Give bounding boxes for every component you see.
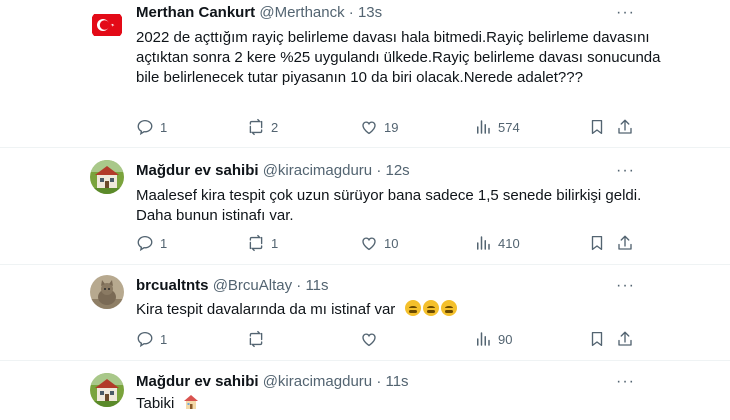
retweet-button[interactable]: 1 xyxy=(247,234,278,252)
user-handle[interactable]: @Merthanck xyxy=(259,4,344,21)
reply-count: 1 xyxy=(160,235,168,251)
reply-count: 1 xyxy=(160,331,168,347)
weary-face-icon xyxy=(441,300,458,316)
tweet-time[interactable]: 12s xyxy=(385,162,409,179)
views-button[interactable]: 574 xyxy=(474,118,520,136)
reply-icon xyxy=(137,235,153,252)
like-button[interactable] xyxy=(360,330,378,348)
user-handle[interactable]: @kiracimagduru xyxy=(263,162,372,179)
weary-face-icon xyxy=(423,300,440,316)
tweet[interactable]: brcualtnts @BrcuAltay · 11s ··· Kira tes… xyxy=(0,265,730,361)
like-button[interactable]: 19 xyxy=(360,118,398,136)
reply-icon xyxy=(137,331,153,348)
bookmark-icon xyxy=(591,331,603,347)
separator-dot: · xyxy=(376,162,382,179)
heart-icon xyxy=(362,121,376,135)
weary-face-icon xyxy=(405,300,422,316)
tweet-text-body: Kira tespit davalarında da mı istinaf va… xyxy=(136,301,396,318)
retweet-button[interactable]: 2 xyxy=(247,118,278,136)
tweet-time[interactable]: 11s xyxy=(385,373,408,390)
retweet-icon xyxy=(249,118,263,136)
like-count: 19 xyxy=(384,119,399,135)
bookmark-button[interactable] xyxy=(588,234,606,252)
display-name[interactable]: Mağdur ev sahibi xyxy=(136,373,259,390)
bookmark-icon xyxy=(591,119,603,135)
tweet-actions: 1 90 xyxy=(136,330,636,350)
tweet-header: Merthan Cankurt @Merthanck · 13s xyxy=(136,4,382,21)
tweet-text: Kira tespit davalarında da mı istinaf va… xyxy=(136,300,666,320)
views-icon xyxy=(477,120,490,134)
avatar[interactable] xyxy=(90,275,124,309)
house-photo-avatar-icon xyxy=(90,373,124,407)
reply-button[interactable]: 1 xyxy=(136,330,167,348)
view-count: 90 xyxy=(498,331,513,347)
tweet-header: brcualtnts @BrcuAltay · 11s xyxy=(136,277,329,294)
retweet-icon xyxy=(249,234,263,252)
house-photo-avatar-icon xyxy=(90,160,124,194)
cat-photo-avatar-icon xyxy=(90,275,124,309)
heart-icon xyxy=(362,333,376,347)
tweet-text-body: Tabiki xyxy=(136,395,175,412)
share-icon xyxy=(618,119,632,134)
tweet-text: 2022 de açttığım rayiç belirleme davası … xyxy=(136,29,661,86)
display-name[interactable]: Merthan Cankurt xyxy=(136,4,255,21)
tweet[interactable]: Mağdur ev sahibi @kiracimagduru · 12s ··… xyxy=(0,148,730,264)
view-count: 574 xyxy=(498,119,520,135)
views-button[interactable]: 90 xyxy=(474,330,512,348)
like-button[interactable]: 10 xyxy=(360,234,398,252)
more-options-icon[interactable]: ··· xyxy=(616,373,635,391)
tweet-text: Maalesef kira tespit çok uzun sürüyor ba… xyxy=(136,187,642,224)
tweet-actions: 1 1 10 410 xyxy=(136,234,636,254)
tweet-actions: 1 2 19 574 xyxy=(136,118,636,138)
share-button[interactable] xyxy=(616,234,634,252)
reply-button[interactable]: 1 xyxy=(136,234,167,252)
views-icon xyxy=(477,236,490,250)
house-emoji-icon xyxy=(183,395,198,409)
tweet[interactable]: Mağdur ev sahibi @kiracimagduru · 11s ··… xyxy=(0,361,730,420)
tweet-time[interactable]: 11s xyxy=(305,277,328,294)
display-name[interactable]: brcualtnts xyxy=(136,277,209,294)
user-handle[interactable]: @kiracimagduru xyxy=(263,373,372,390)
share-button[interactable] xyxy=(616,330,634,348)
tweet[interactable]: Merthan Cankurt @Merthanck · 13s ··· 202… xyxy=(0,0,730,146)
heart-icon xyxy=(362,237,376,251)
share-button[interactable] xyxy=(616,118,634,136)
retweet-count: 1 xyxy=(271,235,279,251)
turkish-flag-avatar-icon xyxy=(90,8,124,42)
separator-dot: · xyxy=(376,373,382,390)
separator-dot: · xyxy=(348,4,354,21)
retweet-icon xyxy=(249,330,263,348)
separator-dot: · xyxy=(296,277,302,294)
bookmark-button[interactable] xyxy=(588,330,606,348)
retweet-button[interactable] xyxy=(247,330,265,348)
tweet-time[interactable]: 13s xyxy=(358,4,382,21)
tweet-header: Mağdur ev sahibi @kiracimagduru · 11s xyxy=(136,373,409,390)
reply-icon xyxy=(137,119,153,136)
views-button[interactable]: 410 xyxy=(474,234,520,252)
reply-button[interactable]: 1 xyxy=(136,118,167,136)
reply-count: 1 xyxy=(160,119,168,135)
tweet-text: Tabiki xyxy=(136,394,666,414)
display-name[interactable]: Mağdur ev sahibi xyxy=(136,162,259,179)
bookmark-button[interactable] xyxy=(588,118,606,136)
views-icon xyxy=(477,332,490,346)
more-options-icon[interactable]: ··· xyxy=(616,4,635,22)
retweet-count: 2 xyxy=(271,119,279,135)
more-options-icon[interactable]: ··· xyxy=(616,162,635,180)
tweet-header: Mağdur ev sahibi @kiracimagduru · 12s xyxy=(136,162,410,179)
user-handle[interactable]: @BrcuAltay xyxy=(213,277,292,294)
bookmark-icon xyxy=(591,235,603,251)
share-icon xyxy=(618,235,632,250)
view-count: 410 xyxy=(498,235,520,251)
share-icon xyxy=(618,331,632,346)
like-count: 10 xyxy=(384,235,399,251)
avatar[interactable] xyxy=(90,8,124,42)
avatar[interactable] xyxy=(90,160,124,194)
avatar[interactable] xyxy=(90,373,124,407)
more-options-icon[interactable]: ··· xyxy=(616,277,635,295)
